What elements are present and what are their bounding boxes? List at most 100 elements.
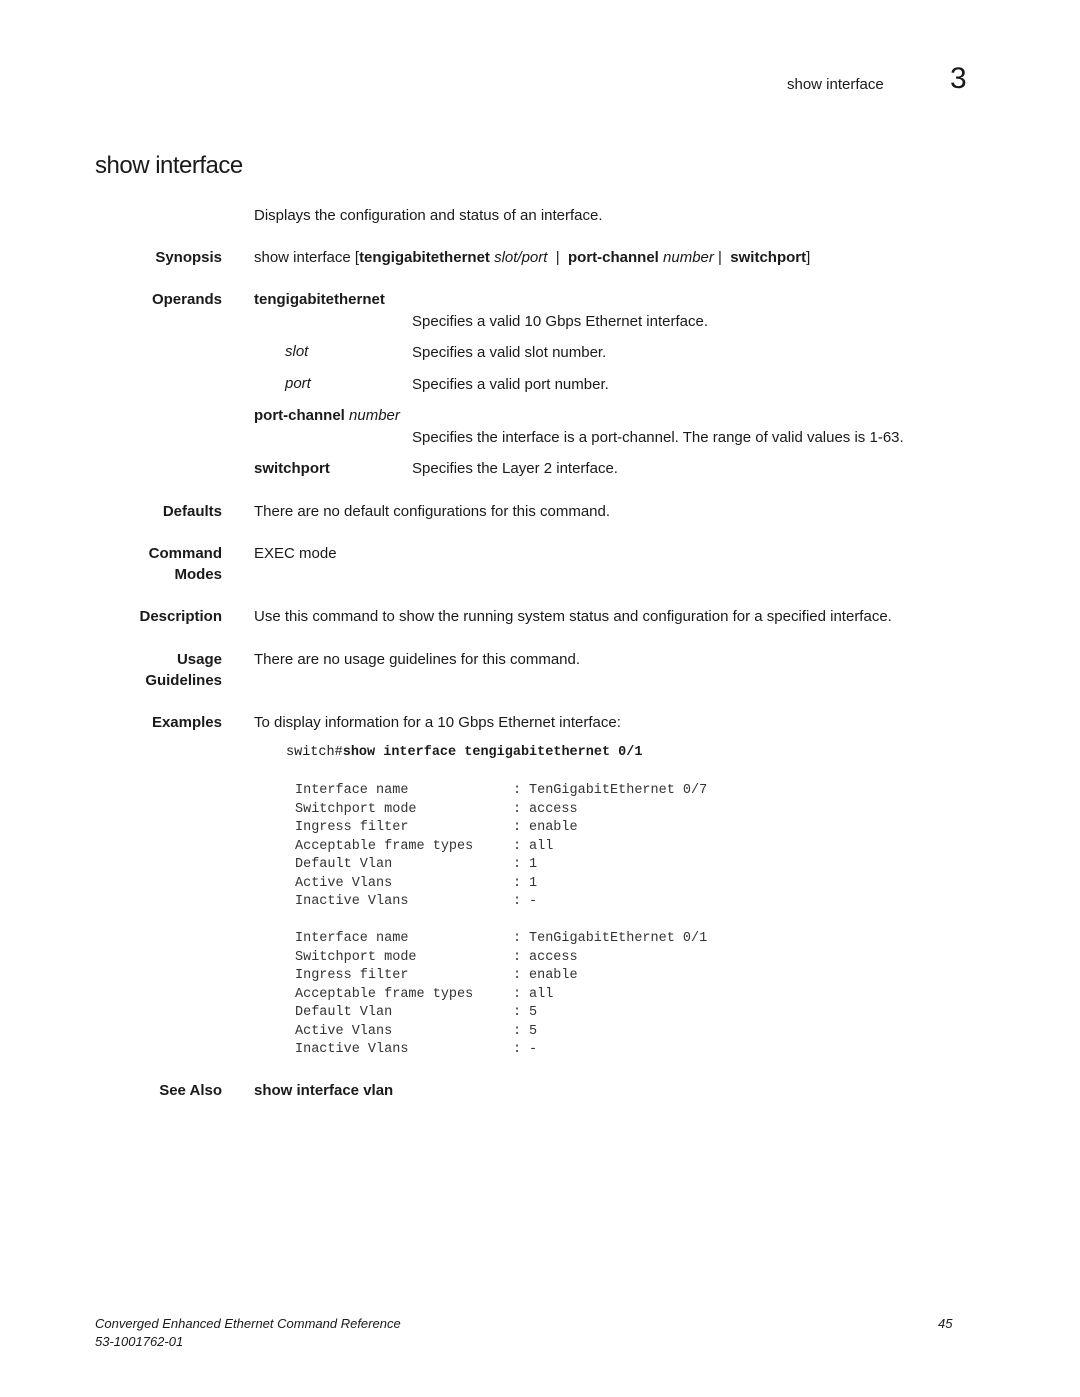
output-value: TenGigabitEthernet 0/1 xyxy=(529,931,708,946)
operand-port-desc: Specifies a valid port number. xyxy=(412,376,609,393)
chapter-number: 3 xyxy=(950,62,967,95)
syn-opt1: tengigabitethernet xyxy=(359,249,490,266)
pc-arg: number xyxy=(344,407,400,424)
syn-close: ] xyxy=(806,249,811,266)
output-key: Switchport mode xyxy=(295,801,417,817)
output-key: Ingress filter xyxy=(295,968,409,983)
ug-label2: Guidelines xyxy=(145,672,222,689)
cm-label1: Command xyxy=(148,545,222,562)
see-also-label: See Also xyxy=(159,1082,222,1099)
output-colon: : xyxy=(513,857,522,872)
output-row: Interface name: TenGigabitEthernet 0/7 xyxy=(295,782,707,801)
output-block-1: Interface name: TenGigabitEthernet 0/7 Swi… xyxy=(295,782,707,912)
syn-opt2-arg: number xyxy=(658,249,714,266)
output-row: Inactive Vlans: - xyxy=(295,1041,707,1060)
output-colon: : xyxy=(513,968,522,983)
syn-opt1-arg: slot/port xyxy=(489,249,548,266)
operand-portchannel-desc: Specifies the interface is a port-channe… xyxy=(412,429,904,446)
operand-port: port xyxy=(285,375,311,392)
cli-command: show interface tengigabitethernet 0/1 xyxy=(342,745,643,760)
operand-portchannel: port-channel number xyxy=(254,405,400,426)
operand-slot: slot xyxy=(285,343,309,360)
operand-tengig: tengigabitethernet xyxy=(254,291,385,308)
description-text: Use this command to show the running sys… xyxy=(254,608,892,625)
page-title: show interface xyxy=(95,152,243,179)
output-row: Active Vlans:1 xyxy=(295,875,707,894)
output-value: all xyxy=(529,986,554,1002)
synopsis-text: show interface [tengigabitethernet slot/… xyxy=(254,247,810,268)
cli-prompt: switch# xyxy=(286,745,343,760)
output-row: Acceptable frame types: all xyxy=(295,986,707,1005)
output-value: enable xyxy=(529,968,578,983)
output-value: TenGigabitEthernet 0/7 xyxy=(529,783,708,798)
output-colon: : xyxy=(513,1042,522,1057)
output-key: Active Vlans xyxy=(295,875,393,891)
syn-opt2: port-channel xyxy=(568,249,659,266)
examples-label: Examples xyxy=(151,714,222,731)
output-value: - xyxy=(529,1042,538,1057)
output-value: 1 xyxy=(529,857,538,872)
output-key: Ingress filter xyxy=(295,820,409,835)
output-colon: : xyxy=(513,986,522,1002)
ug-label1: Usage xyxy=(176,651,222,668)
command-modes-label: Command Modes xyxy=(149,543,222,585)
output-row: Switchport mode: access xyxy=(295,801,707,820)
output-row: Ingress filter: enable xyxy=(295,967,707,986)
description-label: Description xyxy=(139,608,222,625)
syn-open: [ xyxy=(350,249,360,266)
pc-name: port-channel xyxy=(254,407,345,424)
operand-switchport: switchport xyxy=(254,460,330,477)
output-row: Inactive Vlans: - xyxy=(295,893,707,912)
output-colon: : xyxy=(513,820,522,835)
synopsis-label: Synopsis xyxy=(155,249,222,266)
output-row: Acceptable frame types: all xyxy=(295,838,707,857)
output-row: Interface name: TenGigabitEthernet 0/1 xyxy=(295,930,707,949)
example-command: switch#show interface tengigabitethernet… xyxy=(286,745,642,760)
output-key: Default Vlan xyxy=(295,1005,393,1020)
command-modes-text: EXEC mode xyxy=(254,545,337,562)
output-colon: : xyxy=(513,949,522,965)
defaults-label: Defaults xyxy=(162,503,222,520)
output-value: 5 xyxy=(529,1023,538,1039)
output-colon: : xyxy=(513,1005,522,1020)
output-block-2: Interface name: TenGigabitEthernet 0/1 Swi… xyxy=(295,930,707,1060)
output-colon: : xyxy=(513,801,522,817)
output-value: 5 xyxy=(529,1005,538,1020)
output-key: Acceptable frame types xyxy=(295,838,474,854)
output-colon: : xyxy=(513,838,522,854)
operand-slot-desc: Specifies a valid slot number. xyxy=(412,344,607,361)
output-colon: : xyxy=(513,1023,522,1039)
output-row: Ingress filter: enable xyxy=(295,819,707,838)
output-key: Interface name xyxy=(295,931,409,946)
output-row: Default Vlan:1 xyxy=(295,856,707,875)
output-value: access xyxy=(529,801,578,817)
output-key: Active Vlans xyxy=(295,1023,393,1039)
output-key: Interface name xyxy=(295,783,409,798)
output-colon: : xyxy=(513,931,522,946)
see-also-link[interactable]: show interface vlan xyxy=(254,1080,393,1101)
defaults-text: There are no default configurations for … xyxy=(254,503,611,520)
output-key: Inactive Vlans xyxy=(295,894,409,909)
output-value: - xyxy=(529,894,538,909)
output-value: 1 xyxy=(529,875,538,891)
output-colon: : xyxy=(513,783,522,798)
intro-text: Displays the configuration and status of… xyxy=(254,207,603,224)
operands-label: Operands xyxy=(151,291,222,308)
output-key: Inactive Vlans xyxy=(295,1042,409,1057)
footer-book-title: Converged Enhanced Ethernet Command Refe… xyxy=(95,1316,401,1331)
output-value: all xyxy=(529,838,554,854)
footer-page-number: 45 xyxy=(938,1316,953,1331)
usage-text: There are no usage guidelines for this c… xyxy=(254,651,581,668)
running-header-title: show interface xyxy=(787,76,884,93)
output-value: enable xyxy=(529,820,578,835)
output-row: Switchport mode: access xyxy=(295,949,707,968)
output-key: Switchport mode xyxy=(295,949,417,965)
footer-doc-number: 53-1001762-01 xyxy=(95,1334,184,1349)
operand-tengig-desc: Specifies a valid 10 Gbps Ethernet inter… xyxy=(412,313,709,330)
output-row: Default Vlan:5 xyxy=(295,1004,707,1023)
output-colon: : xyxy=(513,875,522,891)
usage-label: Usage Guidelines xyxy=(145,649,222,691)
output-value: access xyxy=(529,949,578,965)
examples-text: To display information for a 10 Gbps Eth… xyxy=(254,714,621,731)
syn-cmd: show interface xyxy=(254,249,351,266)
